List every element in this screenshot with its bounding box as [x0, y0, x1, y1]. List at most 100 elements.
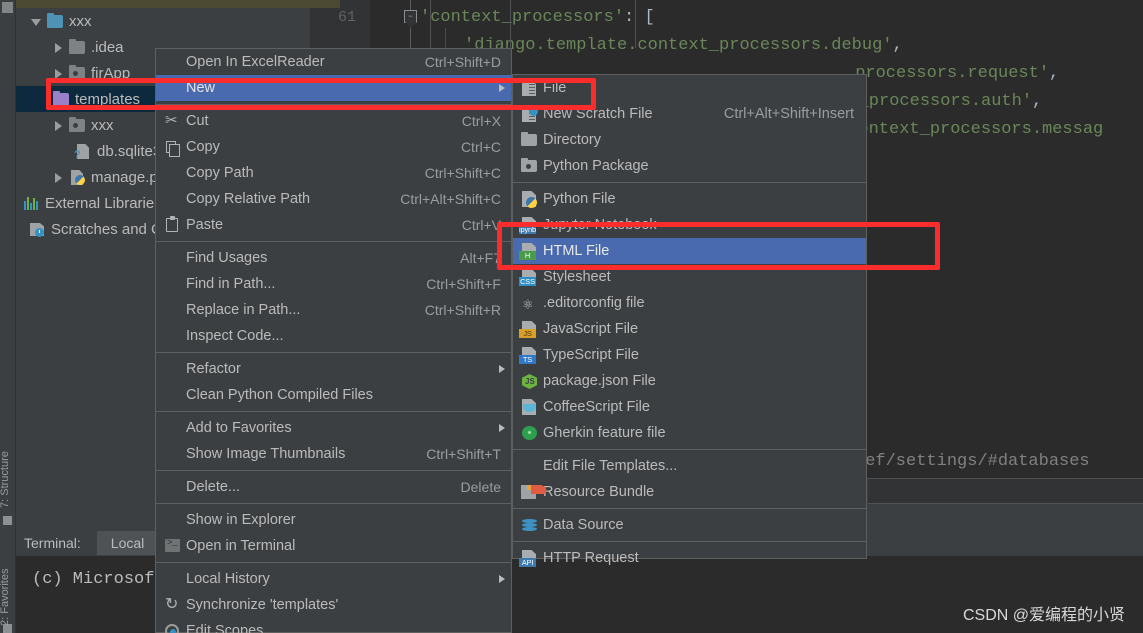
menu-item-clean-python-compiled-files[interactable]: Clean Python Compiled Files: [156, 382, 511, 408]
menu-item-delete[interactable]: Delete... Delete: [156, 474, 511, 500]
submenu-item-label: JavaScript File: [543, 321, 639, 337]
menu-item-label: Refactor: [186, 361, 241, 377]
tree-item-xxx[interactable]: xxx: [0, 8, 294, 34]
submenu-item-label: TypeScript File: [543, 347, 639, 363]
folder-module-icon: [68, 117, 86, 133]
menu-icon-placeholder: [160, 360, 186, 378]
scratches-icon: [28, 221, 46, 237]
tree-item-label: db.sqlite3: [97, 142, 162, 160]
menu-item-label: Add to Favorites: [186, 420, 292, 436]
menu-item-open-in-terminal[interactable]: Open in Terminal: [156, 533, 511, 559]
menu-item-copy-relative-path[interactable]: Copy Relative Path Ctrl+Alt+Shift+C: [156, 186, 511, 212]
submenu-item-edit-file-templates[interactable]: Edit File Templates...: [513, 453, 866, 479]
chevron-right-icon[interactable]: [52, 41, 65, 54]
menu-item-copy-path[interactable]: Copy Path Ctrl+Shift+C: [156, 160, 511, 186]
python-file-icon: [68, 169, 86, 185]
submenu-item-typescript-file[interactable]: TS TypeScript File: [513, 342, 866, 368]
menu-icon-placeholder: [160, 249, 186, 267]
menu-icon-placeholder: [160, 275, 186, 293]
menu-item-paste[interactable]: Paste Ctrl+V: [156, 212, 511, 238]
menu-item-label: Show in Explorer: [186, 512, 296, 528]
sidebar-tab-favorites[interactable]: 2: Favorites: [0, 569, 11, 626]
menu-item-find-usages[interactable]: Find Usages Alt+F7: [156, 245, 511, 271]
scopes-icon: [160, 622, 186, 633]
submenu-item-label: Resource Bundle: [543, 484, 655, 500]
terminal-tab-local[interactable]: Local: [96, 531, 159, 555]
submenu-item-gherkin-feature-file[interactable]: Gherkin feature file: [513, 420, 866, 446]
menu-separator: [156, 503, 511, 504]
menu-item-copy[interactable]: Copy Ctrl+C: [156, 134, 511, 160]
submenu-item-label: package.json File: [543, 373, 656, 389]
terminal-icon: [160, 537, 186, 555]
menu-icon-placeholder: [160, 301, 186, 319]
menu-item-add-to-favorites[interactable]: Add to Favorites: [156, 415, 511, 441]
chevron-right-icon[interactable]: [52, 171, 65, 184]
submenu-item-python-package[interactable]: Python Package: [513, 153, 866, 179]
resource-bundle-icon: [517, 483, 546, 501]
menu-item-label: Edit Scopes...: [186, 623, 276, 633]
menu-item-label: Local History: [186, 571, 270, 587]
submenu-item-resource-bundle[interactable]: Resource Bundle: [513, 479, 866, 505]
submenu-item-javascript-file[interactable]: JS JavaScript File: [513, 316, 866, 342]
fold-minus-icon[interactable]: −: [404, 10, 417, 28]
tree-item-label: xxx: [69, 12, 92, 30]
context-menu[interactable]: Open In ExcelReader Ctrl+Shift+D New ✂ C…: [155, 48, 512, 633]
tree-item-label: .idea: [91, 38, 124, 56]
menu-item-synchronize-templates[interactable]: ↻ Synchronize 'templates': [156, 592, 511, 618]
menu-item-label: Inspect Code...: [186, 328, 284, 344]
menu-item-open-in-excelreader[interactable]: Open In ExcelReader Ctrl+Shift+D: [156, 49, 511, 75]
submenu-item-http-request[interactable]: API HTTP Request: [513, 545, 866, 571]
menu-item-local-history[interactable]: Local History: [156, 566, 511, 592]
menu-item-cut[interactable]: ✂ Cut Ctrl+X: [156, 108, 511, 134]
menu-icon-placeholder: [517, 457, 543, 475]
submenu-item-package-json-file[interactable]: package.json File: [513, 368, 866, 394]
http-request-icon: API: [517, 549, 543, 567]
submenu-item-label: HTTP Request: [543, 550, 639, 566]
line-number: 61: [337, 9, 356, 26]
tool-window-button-icon[interactable]: [2, 2, 13, 13]
menu-icon-placeholder: [160, 190, 186, 208]
folder-blue-icon: [46, 13, 64, 29]
sidebar-tab-structure[interactable]: 7: Structure: [0, 451, 11, 508]
menu-item-shortcut: Ctrl+Shift+F: [426, 276, 501, 292]
new-submenu[interactable]: File New Scratch File Ctrl+Alt+Shift+Ins…: [512, 74, 867, 567]
menu-item-label: Delete...: [186, 479, 240, 495]
menu-separator: [156, 562, 511, 563]
submenu-item-editorconfig-file[interactable]: ⚛ .editorconfig file: [513, 290, 866, 316]
menu-item-label: Copy: [186, 139, 220, 155]
submenu-separator: [513, 541, 866, 542]
submenu-item-coffeescript-file[interactable]: CoffeeScript File: [513, 394, 866, 420]
chevron-down-icon[interactable]: [30, 15, 43, 28]
modified-marker: [310, 0, 340, 8]
submenu-arrow-icon: [499, 424, 505, 432]
chevron-right-icon[interactable]: [52, 119, 65, 132]
menu-item-refactor[interactable]: Refactor: [156, 356, 511, 382]
tree-item-label: xxx: [91, 116, 114, 134]
menu-icon-placeholder: [160, 164, 186, 182]
menu-icon-placeholder: [160, 53, 186, 71]
menu-item-show-image-thumbnails[interactable]: Show Image Thumbnails Ctrl+Shift+T: [156, 441, 511, 467]
folder-gray-icon: [68, 39, 86, 55]
submenu-item-directory[interactable]: Directory: [513, 127, 866, 153]
menu-item-label: Open In ExcelReader: [186, 54, 325, 70]
menu-item-find-in-path[interactable]: Find in Path... Ctrl+Shift+F: [156, 271, 511, 297]
gutter-sep: [510, 0, 511, 48]
submenu-item-label: .editorconfig file: [543, 295, 645, 311]
menu-item-show-in-explorer[interactable]: Show in Explorer: [156, 507, 511, 533]
menu-item-inspect-code[interactable]: Inspect Code...: [156, 323, 511, 349]
submenu-item-label: Gherkin feature file: [543, 425, 666, 441]
menu-item-replace-in-path[interactable]: Replace in Path... Ctrl+Shift+R: [156, 297, 511, 323]
menu-separator: [156, 470, 511, 471]
watermark: CSDN @爱编程的小贤: [962, 607, 1125, 624]
menu-icon-placeholder: [160, 570, 186, 588]
menu-item-edit-scopes[interactable]: Edit Scopes...: [156, 618, 511, 633]
copy-icon: [160, 138, 186, 157]
menu-separator: [156, 411, 511, 412]
submenu-separator: [513, 508, 866, 509]
menu-icon-placeholder: [160, 327, 186, 345]
submenu-item-python-file[interactable]: Python File: [513, 186, 866, 212]
structure-tab-icon[interactable]: [3, 516, 12, 525]
submenu-item-label: Data Source: [543, 517, 624, 533]
submenu-item-data-source[interactable]: Data Source: [513, 512, 866, 538]
directory-icon: [517, 131, 543, 149]
